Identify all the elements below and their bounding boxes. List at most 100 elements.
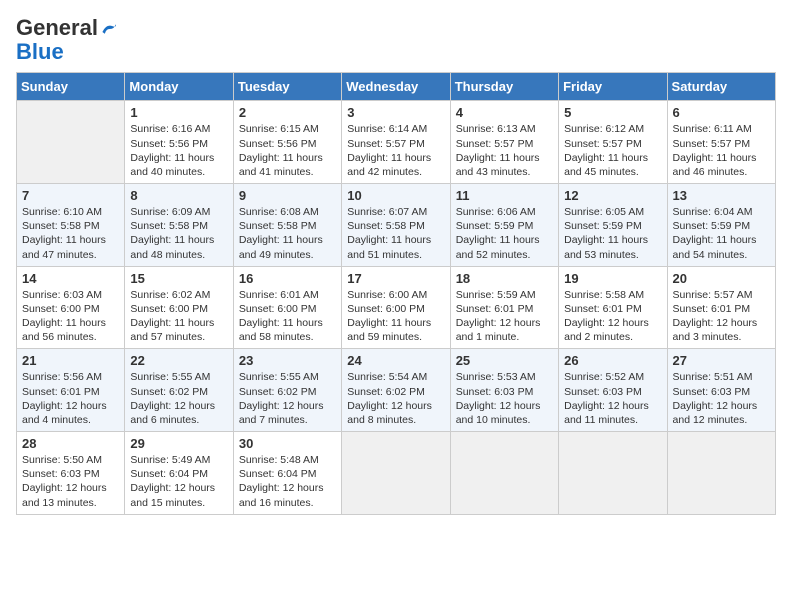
day-number: 8 xyxy=(130,188,227,203)
day-number: 15 xyxy=(130,271,227,286)
day-info: Sunrise: 5:54 AMSunset: 6:02 PMDaylight:… xyxy=(347,370,444,427)
calendar-cell: 12 Sunrise: 6:05 AMSunset: 5:59 PMDayligh… xyxy=(559,184,667,267)
day-info: Sunrise: 6:05 AMSunset: 5:59 PMDaylight:… xyxy=(564,205,661,262)
day-number: 2 xyxy=(239,105,336,120)
weekday-header-row: SundayMondayTuesdayWednesdayThursdayFrid… xyxy=(17,73,776,101)
calendar-cell: 4 Sunrise: 6:13 AMSunset: 5:57 PMDaylight… xyxy=(450,101,558,184)
day-number: 14 xyxy=(22,271,119,286)
calendar-cell xyxy=(17,101,125,184)
day-info: Sunrise: 5:58 AMSunset: 6:01 PMDaylight:… xyxy=(564,288,661,345)
day-info: Sunrise: 5:55 AMSunset: 6:02 PMDaylight:… xyxy=(130,370,227,427)
day-number: 10 xyxy=(347,188,444,203)
day-number: 26 xyxy=(564,353,661,368)
day-info: Sunrise: 6:07 AMSunset: 5:58 PMDaylight:… xyxy=(347,205,444,262)
day-number: 12 xyxy=(564,188,661,203)
calendar-cell: 25 Sunrise: 5:53 AMSunset: 6:03 PMDayligh… xyxy=(450,349,558,432)
day-info: Sunrise: 5:57 AMSunset: 6:01 PMDaylight:… xyxy=(673,288,770,345)
calendar-cell: 28 Sunrise: 5:50 AMSunset: 6:03 PMDayligh… xyxy=(17,432,125,515)
day-number: 22 xyxy=(130,353,227,368)
day-number: 4 xyxy=(456,105,553,120)
day-info: Sunrise: 5:59 AMSunset: 6:01 PMDaylight:… xyxy=(456,288,553,345)
calendar-cell xyxy=(559,432,667,515)
day-info: Sunrise: 6:12 AMSunset: 5:57 PMDaylight:… xyxy=(564,122,661,179)
day-info: Sunrise: 6:16 AMSunset: 5:56 PMDaylight:… xyxy=(130,122,227,179)
calendar-cell: 6 Sunrise: 6:11 AMSunset: 5:57 PMDaylight… xyxy=(667,101,775,184)
calendar-cell: 1 Sunrise: 6:16 AMSunset: 5:56 PMDaylight… xyxy=(125,101,233,184)
calendar-cell: 5Sunrise: 6:12 AMSunset: 5:57 PMDaylight… xyxy=(559,101,667,184)
calendar-cell: 13Sunrise: 6:04 AMSunset: 5:59 PMDayligh… xyxy=(667,184,775,267)
day-number: 29 xyxy=(130,436,227,451)
day-info: Sunrise: 5:49 AMSunset: 6:04 PMDaylight:… xyxy=(130,453,227,510)
day-number: 25 xyxy=(456,353,553,368)
day-number: 3 xyxy=(347,105,444,120)
calendar-table: SundayMondayTuesdayWednesdayThursdayFrid… xyxy=(16,72,776,514)
day-info: Sunrise: 5:51 AMSunset: 6:03 PMDaylight:… xyxy=(673,370,770,427)
day-number: 11 xyxy=(456,188,553,203)
calendar-cell: 18Sunrise: 5:59 AMSunset: 6:01 PMDayligh… xyxy=(450,266,558,349)
calendar-week-5: 28 Sunrise: 5:50 AMSunset: 6:03 PMDayligh… xyxy=(17,432,776,515)
day-number: 23 xyxy=(239,353,336,368)
weekday-header-monday: Monday xyxy=(125,73,233,101)
day-info: Sunrise: 5:50 AMSunset: 6:03 PMDaylight:… xyxy=(22,453,119,510)
day-info: Sunrise: 6:06 AMSunset: 5:59 PMDaylight:… xyxy=(456,205,553,262)
calendar-cell xyxy=(342,432,450,515)
day-info: Sunrise: 5:56 AMSunset: 6:01 PMDaylight:… xyxy=(22,370,119,427)
calendar-cell: 24 Sunrise: 5:54 AMSunset: 6:02 PMDayligh… xyxy=(342,349,450,432)
calendar-cell: 29 Sunrise: 5:49 AMSunset: 6:04 PMDayligh… xyxy=(125,432,233,515)
day-info: Sunrise: 6:09 AMSunset: 5:58 PMDaylight:… xyxy=(130,205,227,262)
day-number: 7 xyxy=(22,188,119,203)
logo-general: General xyxy=(16,15,98,40)
day-info: Sunrise: 5:55 AMSunset: 6:02 PMDaylight:… xyxy=(239,370,336,427)
day-number: 27 xyxy=(673,353,770,368)
calendar-cell: 15 Sunrise: 6:02 AMSunset: 6:00 PMDayligh… xyxy=(125,266,233,349)
calendar-cell: 26Sunrise: 5:52 AMSunset: 6:03 PMDayligh… xyxy=(559,349,667,432)
day-number: 1 xyxy=(130,105,227,120)
calendar-cell: 10 Sunrise: 6:07 AMSunset: 5:58 PMDayligh… xyxy=(342,184,450,267)
day-number: 24 xyxy=(347,353,444,368)
calendar-cell: 7 Sunrise: 6:10 AMSunset: 5:58 PMDaylight… xyxy=(17,184,125,267)
logo-blue: Blue xyxy=(16,40,64,64)
calendar-cell: 16Sunrise: 6:01 AMSunset: 6:00 PMDayligh… xyxy=(233,266,341,349)
calendar-cell: 9Sunrise: 6:08 AMSunset: 5:58 PMDaylight… xyxy=(233,184,341,267)
weekday-header-sunday: Sunday xyxy=(17,73,125,101)
calendar-cell: 27 Sunrise: 5:51 AMSunset: 6:03 PMDayligh… xyxy=(667,349,775,432)
calendar-cell: 17 Sunrise: 6:00 AMSunset: 6:00 PMDayligh… xyxy=(342,266,450,349)
day-info: Sunrise: 6:00 AMSunset: 6:00 PMDaylight:… xyxy=(347,288,444,345)
calendar-cell: 3Sunrise: 6:14 AMSunset: 5:57 PMDaylight… xyxy=(342,101,450,184)
day-number: 6 xyxy=(673,105,770,120)
calendar-cell xyxy=(450,432,558,515)
weekday-header-friday: Friday xyxy=(559,73,667,101)
day-number: 19 xyxy=(564,271,661,286)
page-header: General Blue xyxy=(16,16,776,64)
calendar-cell: 30Sunrise: 5:48 AMSunset: 6:04 PMDayligh… xyxy=(233,432,341,515)
day-number: 28 xyxy=(22,436,119,451)
weekday-header-thursday: Thursday xyxy=(450,73,558,101)
day-info: Sunrise: 6:15 AMSunset: 5:56 PMDaylight:… xyxy=(239,122,336,179)
day-number: 17 xyxy=(347,271,444,286)
calendar-cell: 20 Sunrise: 5:57 AMSunset: 6:01 PMDayligh… xyxy=(667,266,775,349)
calendar-week-3: 14 Sunrise: 6:03 AMSunset: 6:00 PMDayligh… xyxy=(17,266,776,349)
day-number: 21 xyxy=(22,353,119,368)
day-info: Sunrise: 6:03 AMSunset: 6:00 PMDaylight:… xyxy=(22,288,119,345)
calendar-cell: 14 Sunrise: 6:03 AMSunset: 6:00 PMDayligh… xyxy=(17,266,125,349)
day-info: Sunrise: 6:10 AMSunset: 5:58 PMDaylight:… xyxy=(22,205,119,262)
calendar-cell: 23 Sunrise: 5:55 AMSunset: 6:02 PMDayligh… xyxy=(233,349,341,432)
weekday-header-wednesday: Wednesday xyxy=(342,73,450,101)
calendar-cell: 8 Sunrise: 6:09 AMSunset: 5:58 PMDaylight… xyxy=(125,184,233,267)
calendar-cell xyxy=(667,432,775,515)
calendar-cell: 11 Sunrise: 6:06 AMSunset: 5:59 PMDayligh… xyxy=(450,184,558,267)
logo: General Blue xyxy=(16,16,118,64)
calendar-cell: 21 Sunrise: 5:56 AMSunset: 6:01 PMDayligh… xyxy=(17,349,125,432)
day-info: Sunrise: 6:11 AMSunset: 5:57 PMDaylight:… xyxy=(673,122,770,179)
weekday-header-tuesday: Tuesday xyxy=(233,73,341,101)
calendar-cell: 22 Sunrise: 5:55 AMSunset: 6:02 PMDayligh… xyxy=(125,349,233,432)
day-info: Sunrise: 6:02 AMSunset: 6:00 PMDaylight:… xyxy=(130,288,227,345)
day-info: Sunrise: 5:53 AMSunset: 6:03 PMDaylight:… xyxy=(456,370,553,427)
day-number: 13 xyxy=(673,188,770,203)
day-info: Sunrise: 6:13 AMSunset: 5:57 PMDaylight:… xyxy=(456,122,553,179)
day-number: 20 xyxy=(673,271,770,286)
calendar-week-2: 7 Sunrise: 6:10 AMSunset: 5:58 PMDaylight… xyxy=(17,184,776,267)
day-number: 9 xyxy=(239,188,336,203)
calendar-week-4: 21 Sunrise: 5:56 AMSunset: 6:01 PMDayligh… xyxy=(17,349,776,432)
calendar-cell: 2 Sunrise: 6:15 AMSunset: 5:56 PMDaylight… xyxy=(233,101,341,184)
